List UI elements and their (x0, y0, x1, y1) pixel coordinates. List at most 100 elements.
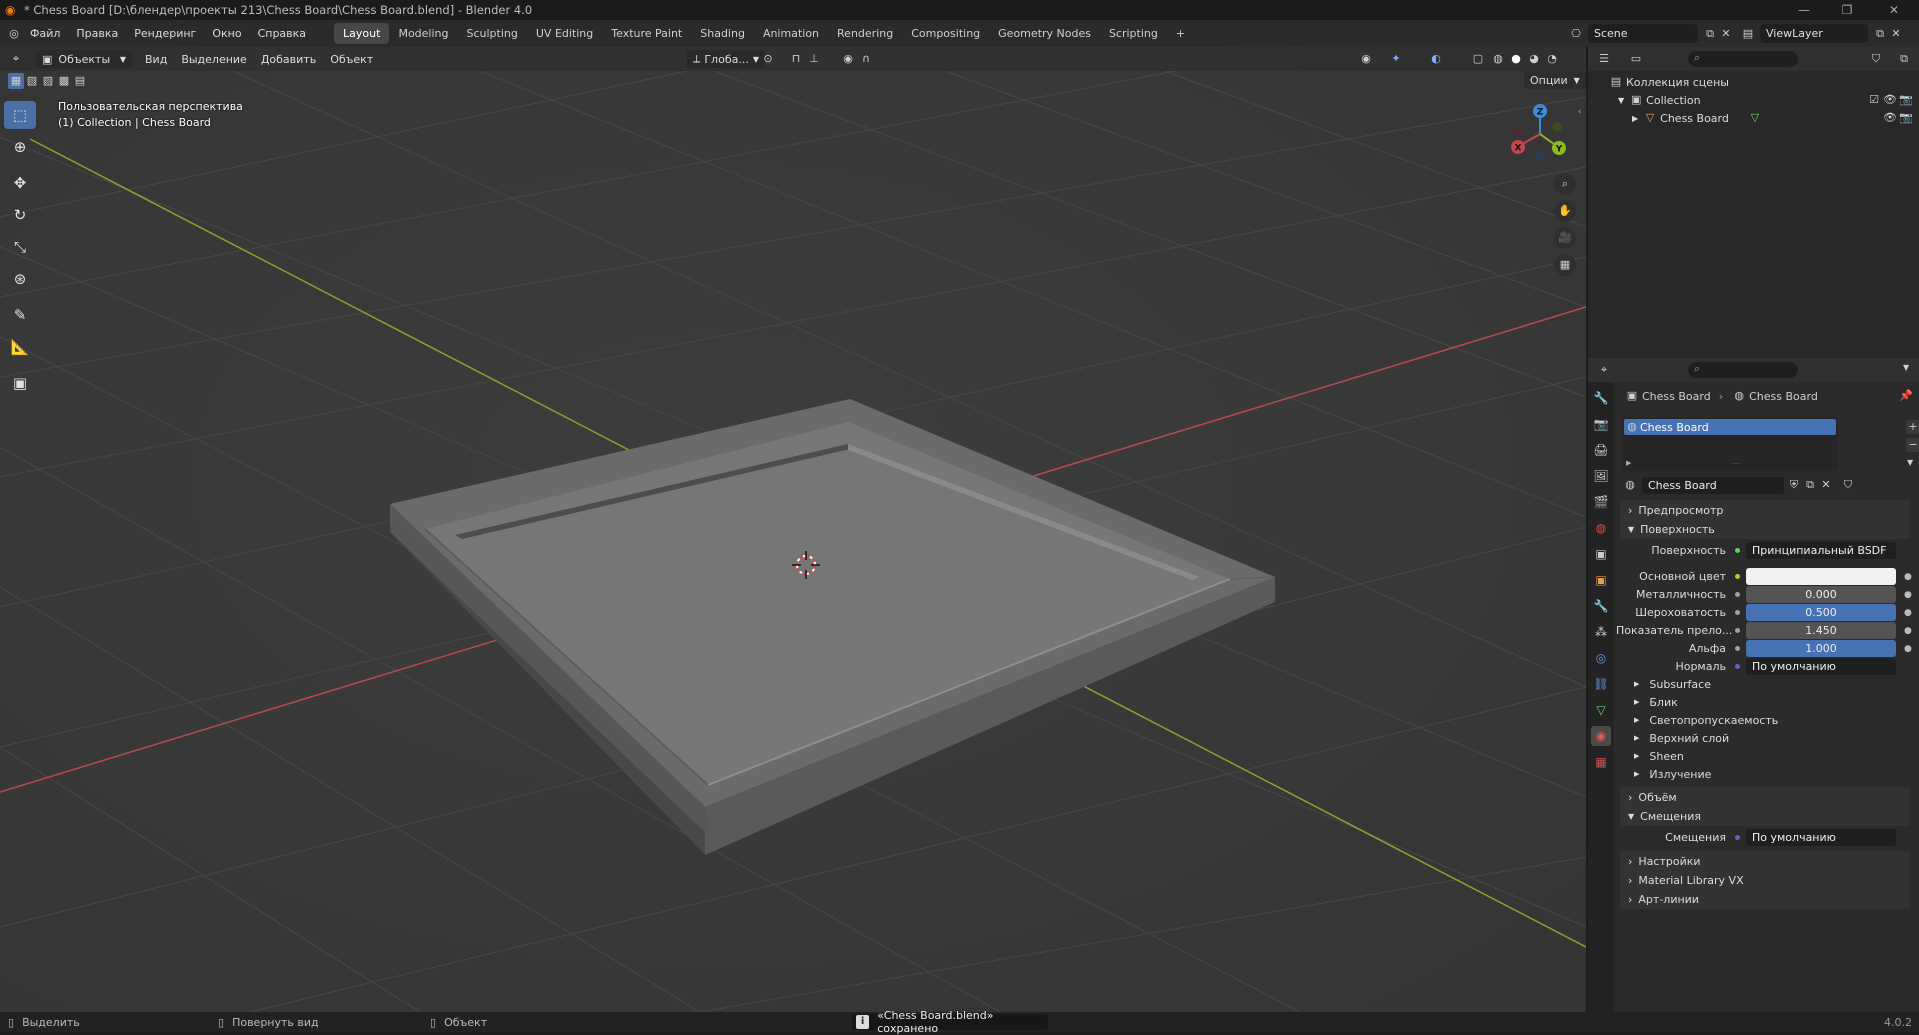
panel-line-art[interactable]: › Арт-линии (1620, 889, 1910, 909)
collection-eye-icon[interactable]: 👁 (1882, 92, 1898, 108)
chevron-down-icon[interactable]: ▼ (1903, 363, 1909, 372)
tab-compositing[interactable]: Compositing (902, 23, 989, 44)
displacement-field[interactable]: По умолчанию (1746, 829, 1896, 846)
display-mode-icon[interactable]: ▭ (1628, 51, 1644, 67)
minimize-button[interactable]: — (1786, 0, 1822, 20)
list-resize-handle[interactable]: ⋯ (1732, 459, 1740, 468)
roughness-field[interactable]: 0.500 (1746, 604, 1896, 621)
tab-rendering[interactable]: Rendering (828, 23, 902, 44)
keyframe-dot-icon[interactable]: ● (1904, 626, 1912, 636)
overlay-toggle-icon[interactable]: ◐ (1428, 51, 1444, 67)
data-tab-icon[interactable]: ▽ (1591, 700, 1611, 720)
fake-user-icon[interactable]: ⛨ (1786, 477, 1802, 493)
scale-tool[interactable]: ⤡ (4, 233, 36, 261)
modifier-tab-icon[interactable]: 🔧 (1591, 596, 1611, 616)
select-intersect-icon[interactable]: ▤ (72, 73, 88, 89)
falloff-icon[interactable]: ∩ (858, 51, 874, 67)
add-slot-button[interactable]: + (1906, 420, 1919, 434)
duplicate-material-icon[interactable]: ⧉ (1802, 477, 1818, 493)
material-browse-icon[interactable]: ◍ (1622, 477, 1638, 493)
pin-icon[interactable]: 📌 (1898, 388, 1914, 404)
menu-view[interactable]: Вид (138, 53, 174, 66)
expand-arrow-icon[interactable]: ▶ (1632, 114, 1638, 123)
view-layer-tab-icon[interactable]: 🖼 (1591, 466, 1611, 486)
panel-settings[interactable]: › Настройки (1620, 851, 1910, 871)
tab-sculpting[interactable]: Sculpting (458, 23, 527, 44)
panel-preview[interactable]: › Предпросмотр (1620, 500, 1910, 520)
blender-menu-icon[interactable]: ◎ (6, 26, 22, 42)
subpanel-coat[interactable]: ▶ Верхний слой (1634, 729, 1729, 747)
world-tab-icon[interactable]: ◍ (1591, 518, 1611, 538)
properties-search-input[interactable]: ⌕ (1688, 362, 1798, 378)
base-color-swatch[interactable] (1746, 568, 1896, 585)
3d-viewport[interactable]: Z Y X ⌖ ▣ Объекты ▼ Вид Выделение Добави… (0, 47, 1586, 1012)
keyframe-dot-icon[interactable]: ● (1904, 608, 1912, 618)
ior-field[interactable]: 1.450 (1746, 622, 1896, 639)
menu-file[interactable]: Файл (22, 27, 68, 40)
tool-tab-icon[interactable]: 🔧 (1591, 388, 1611, 408)
panel-surface[interactable]: ▼ Поверхность (1620, 519, 1910, 539)
new-collection-icon[interactable]: ⧉ (1896, 51, 1912, 67)
xray-icon[interactable]: ▢ (1470, 51, 1486, 67)
material-tab-icon[interactable]: ◉ (1591, 726, 1611, 746)
subpanel-specular[interactable]: ▶ Блик (1634, 693, 1678, 711)
wireframe-shading-icon[interactable]: ◍ (1490, 51, 1506, 67)
metallic-field[interactable]: 0.000 (1746, 586, 1896, 603)
slot-specials-icon[interactable]: ▼ (1907, 458, 1913, 467)
panel-volume[interactable]: › Объём (1620, 787, 1910, 807)
pivot-icon[interactable]: ⊙ (760, 51, 776, 67)
pan-hand-icon[interactable]: ✋ (1554, 200, 1576, 222)
menu-edit[interactable]: Правка (68, 27, 126, 40)
keyframe-dot-icon[interactable]: ● (1904, 644, 1912, 654)
select-new-icon[interactable]: ▦ (8, 73, 24, 89)
outliner-search-input[interactable]: ⌕ (1688, 51, 1798, 67)
panel-material-library[interactable]: › Material Library VX (1620, 870, 1910, 890)
tab-uv-editing[interactable]: UV Editing (527, 23, 602, 44)
surface-shader-field[interactable]: Принципиальный BSDF (1746, 542, 1896, 559)
mode-dropdown[interactable]: ▣ Объекты ▼ (36, 50, 132, 68)
save-notification[interactable]: i «Chess Board.blend» сохранено (852, 1009, 1048, 1035)
subpanel-transmission[interactable]: ▶ Светопропускаемость (1634, 711, 1778, 729)
scene-icon[interactable]: ⎔ (1568, 26, 1584, 42)
outliner-scene-collection[interactable]: ▤ Коллекция сцены (1588, 73, 1919, 91)
subpanel-subsurface[interactable]: ▶ Subsurface (1634, 675, 1711, 693)
unlink-material-icon[interactable]: ✕ (1818, 477, 1834, 493)
rendered-shading-icon[interactable]: ◔ (1544, 51, 1560, 67)
tab-modeling[interactable]: Modeling (389, 23, 457, 44)
tab-texture-paint[interactable]: Texture Paint (602, 23, 691, 44)
solid-shading-icon[interactable]: ● (1508, 51, 1524, 67)
sidebar-collapse-icon[interactable]: ‹ (1578, 107, 1582, 117)
menu-window[interactable]: Окно (204, 27, 249, 40)
snap-target-icon[interactable]: ⊥ (806, 51, 822, 67)
filter-icon[interactable]: ⛉ (1868, 51, 1884, 67)
normal-field[interactable]: По умолчанию (1746, 658, 1896, 675)
tab-geometry-nodes[interactable]: Geometry Nodes (989, 23, 1100, 44)
select-extend-icon[interactable]: ▧ (24, 73, 40, 89)
cursor-tool[interactable]: ⊕ (4, 133, 36, 161)
move-tool[interactable]: ✥ (4, 169, 36, 197)
ortho-toggle-icon[interactable]: ▦ (1554, 254, 1576, 276)
particles-tab-icon[interactable]: ⁂ (1591, 622, 1611, 642)
expand-arrow-icon[interactable]: ▼ (1618, 96, 1624, 105)
select-invert-icon[interactable]: ▩ (56, 73, 72, 89)
select-box-tool[interactable]: ⬚ (4, 101, 36, 129)
rotate-tool[interactable]: ↻ (4, 201, 36, 229)
menu-render[interactable]: Рендеринг (126, 27, 204, 40)
panel-displacement[interactable]: ▼ Смещения (1620, 806, 1910, 826)
scene-tab-icon[interactable]: 🎬 (1591, 492, 1611, 512)
camera-view-icon[interactable]: 🎥 (1554, 227, 1576, 249)
new-scene-icon[interactable]: ⧉ (1702, 26, 1718, 42)
subpanel-emission[interactable]: ▶ Излучение (1634, 765, 1711, 783)
close-window-button[interactable]: ✕ (1876, 0, 1912, 20)
delete-view-layer-icon[interactable]: ✕ (1888, 26, 1904, 42)
menu-object[interactable]: Объект (323, 53, 380, 66)
object-eye-icon[interactable]: 👁 (1882, 110, 1898, 126)
zoom-icon[interactable]: ⌕ (1554, 173, 1576, 195)
material-slot-item[interactable]: ◍ Chess Board (1624, 419, 1836, 435)
tab-animation[interactable]: Animation (754, 23, 828, 44)
keyframe-dot-icon[interactable]: ● (1904, 590, 1912, 600)
tab-scripting[interactable]: Scripting (1100, 23, 1167, 44)
collection-tab-icon[interactable]: ▣ (1591, 544, 1611, 564)
remove-slot-button[interactable]: − (1906, 438, 1919, 452)
collection-camera-icon[interactable]: 📷 (1898, 92, 1914, 108)
